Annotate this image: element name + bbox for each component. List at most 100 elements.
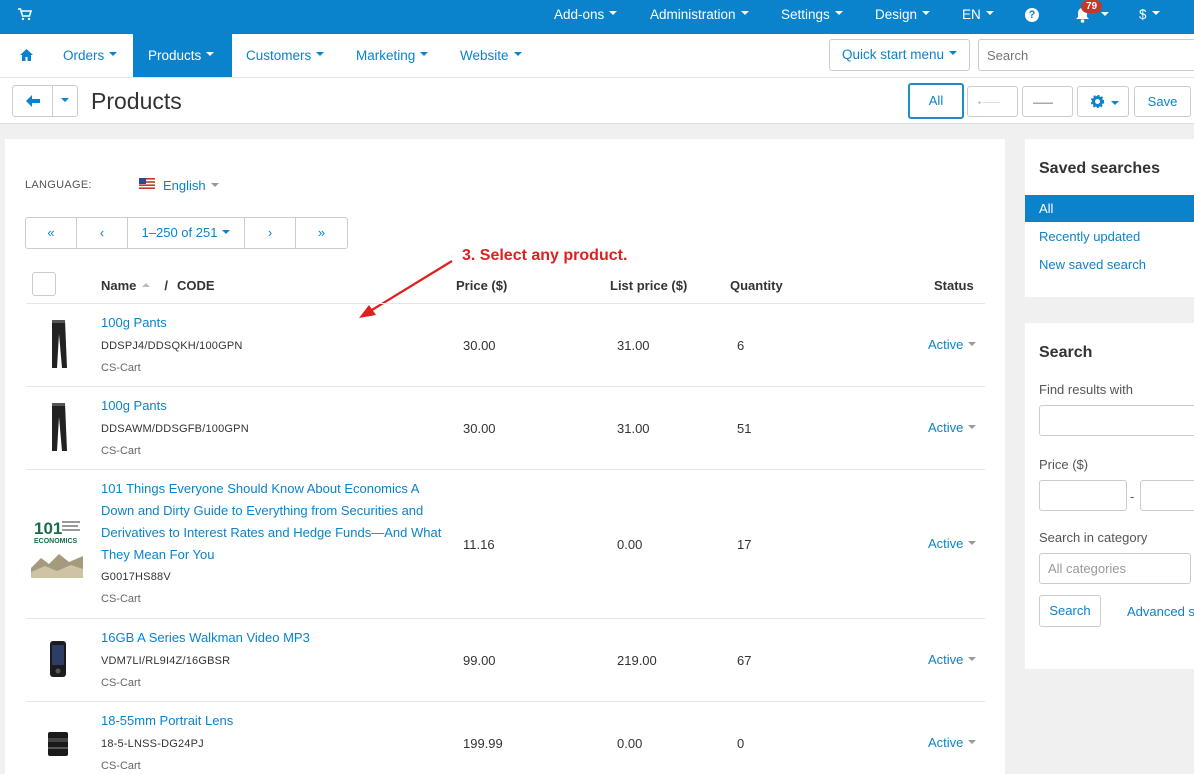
select-all-checkbox[interactable] [32,272,56,296]
pants-thumbnail-icon [52,320,67,368]
menu-settings[interactable]: Settings [781,0,843,34]
product-list-price[interactable]: 0.00 [617,537,642,552]
status-dropdown[interactable]: Active [928,652,977,667]
saved-search-recently-updated[interactable]: Recently updated [1039,229,1140,244]
saved-view-button[interactable]: ▬▬▬▬ [1022,86,1073,117]
product-quantity[interactable]: 67 [737,653,751,668]
caret-down-icon [740,11,749,16]
menu-administration[interactable]: Administration [650,0,749,34]
search-input[interactable] [978,39,1194,71]
page-title: Products [91,88,182,114]
product-code: DDSAWM/DDSGFB/100GPN [101,423,249,435]
table-row[interactable]: 100g Pants DDSPJ4/DDSQKH/100GPN CS-Cart … [26,304,985,386]
caret-down-icon[interactable] [1101,12,1109,16]
column-status-header[interactable]: Status [934,278,974,293]
product-list-price[interactable]: 31.00 [617,338,650,353]
product-price[interactable]: 11.16 [463,537,495,552]
status-label: Active [928,337,964,352]
product-price[interactable]: 199.99 [463,736,503,751]
cart-icon[interactable] [18,8,32,21]
quick-start-menu-button[interactable]: Quick start menu [829,39,970,71]
book-cover-number: 101 [34,519,62,538]
search-button[interactable]: Search [1039,595,1101,627]
column-code-header[interactable]: CODE [177,278,215,293]
category-label: Search in category [1039,530,1148,545]
column-list-price-header[interactable]: List price ($) [610,278,687,293]
status-dropdown[interactable]: Active [928,337,977,352]
status-dropdown[interactable]: Active [928,536,977,551]
find-results-input[interactable] [1039,405,1194,436]
advanced-search-link[interactable]: Advanced s [1127,604,1194,619]
header-separator: / [164,278,169,293]
table-row[interactable]: 100g Pants DDSAWM/DDSGFB/100GPN CS-Cart … [26,387,985,469]
status-label: Active [928,536,964,551]
menu-label: EN [962,7,981,22]
menu-label: $ [1139,7,1147,22]
nav-website[interactable]: Website [460,34,522,77]
product-name-link[interactable]: 100g Pants [101,395,446,417]
column-price-header[interactable]: Price ($) [456,278,507,293]
menu-language[interactable]: EN [962,0,994,34]
saved-search-all[interactable]: All [1025,195,1194,222]
nav-label: Products [148,48,202,63]
home-icon[interactable] [20,49,33,61]
product-name-link[interactable]: 100g Pants [101,312,446,334]
product-quantity[interactable]: 0 [737,736,744,751]
product-list-price[interactable]: 219.00 [617,653,657,668]
nav-label: Customers [246,48,312,63]
column-name-header[interactable]: Name / CODE [101,278,215,293]
back-button[interactable] [12,85,53,117]
view-all-button[interactable]: All [908,83,964,119]
saved-view-button[interactable]: ● ───── [967,86,1018,117]
product-name-link[interactable]: 18-55mm Portrait Lens [101,710,446,732]
price-to-input[interactable] [1140,480,1194,511]
product-vendor: CS-Cart [101,760,141,772]
product-price[interactable]: 30.00 [463,338,496,353]
status-dropdown[interactable]: Active [928,420,977,435]
products-panel: LANGUAGE: English « ‹ 1–250 of 251 › » 3… [5,139,1005,774]
book-cover-word: ECONOMICS [34,538,78,545]
menu-label: Settings [781,7,830,22]
price-from-input[interactable] [1039,480,1127,511]
back-dropdown-button[interactable] [52,85,78,117]
help-icon[interactable]: ? [1025,8,1039,22]
menu-addons[interactable]: Add-ons [554,0,618,34]
product-price[interactable]: 99.00 [463,653,496,668]
table-row[interactable]: 18-55mm Portrait Lens 18-5-LNSS-DG24PJ C… [26,702,985,774]
nav-marketing[interactable]: Marketing [356,34,429,77]
product-price[interactable]: 30.00 [463,421,496,436]
pants-thumbnail-icon [52,403,67,451]
product-quantity[interactable]: 17 [737,537,751,552]
menu-design[interactable]: Design [875,0,931,34]
save-button[interactable]: Save [1134,86,1191,117]
mp3-player-thumbnail-icon [50,641,66,677]
caret-down-icon [206,52,215,57]
status-dropdown[interactable]: Active [928,735,977,750]
nav-products[interactable]: Products [133,34,232,77]
new-saved-search-link[interactable]: New saved search [1039,257,1146,272]
caret-down-icon [922,11,931,16]
nav-orders[interactable]: Orders [63,34,118,77]
product-list-price[interactable]: 0.00 [617,736,642,751]
status-label: Active [928,735,964,750]
nav-customers[interactable]: Customers [246,34,325,77]
product-name-link[interactable]: 101 Things Everyone Should Know About Ec… [101,478,446,566]
settings-dropdown-button[interactable] [1077,86,1129,117]
product-quantity[interactable]: 6 [737,338,744,353]
caret-down-icon [420,52,429,57]
product-quantity[interactable]: 51 [737,421,751,436]
table-row[interactable]: 101 ECONOMICS 101 Things Everyone Should… [26,470,985,618]
menu-currency[interactable]: $ [1139,0,1160,34]
book-cover-thumbnail: 101 ECONOMICS [31,516,83,578]
column-quantity-header[interactable]: Quantity [730,278,783,293]
status-label: Active [928,652,964,667]
title-bar: Products All ● ───── ▬▬▬▬ Save [0,78,1194,124]
caret-down-icon [316,52,325,57]
price-separator: - [1130,489,1135,504]
product-name-link[interactable]: 16GB A Series Walkman Video MP3 [101,627,446,649]
product-list-price[interactable]: 31.00 [617,421,650,436]
caret-down-icon [1111,101,1119,105]
product-code: VDM7LI/RL9I4Z/16GBSR [101,655,231,667]
category-select[interactable]: All categories [1039,553,1191,584]
table-row[interactable]: 16GB A Series Walkman Video MP3 VDM7LI/R… [26,619,985,701]
